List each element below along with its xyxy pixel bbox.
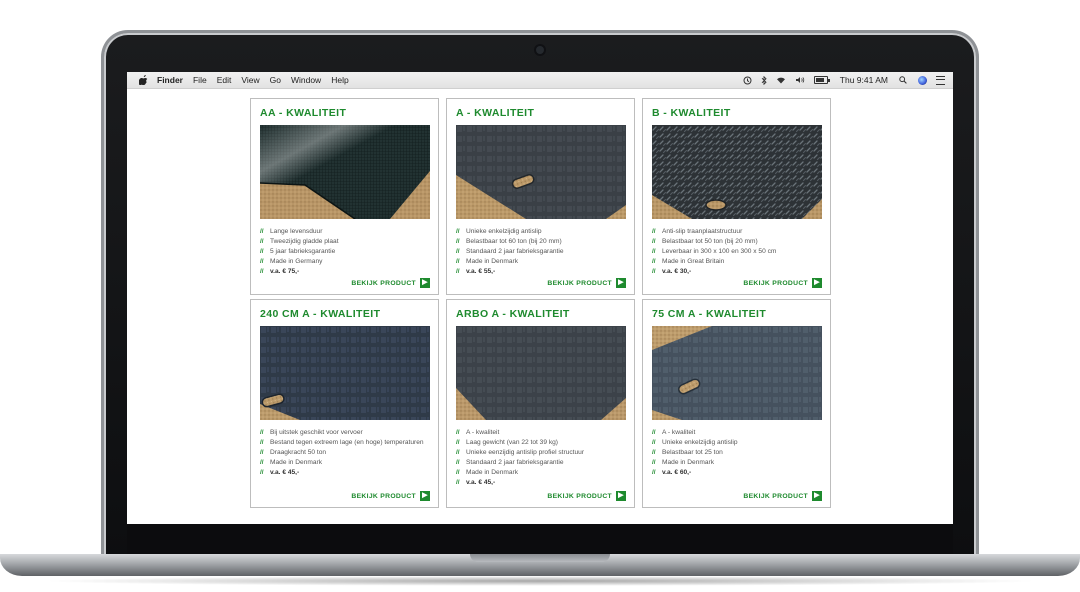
feature: Made in Denmark [260,458,429,468]
arrow-right-icon: ▶ [420,278,430,288]
feature: Standaard 2 jaar fabrieksgarantie [456,458,625,468]
feature: A - kwaliteit [652,428,821,438]
feature: Unieke enkelzijdig antislip [652,438,821,448]
view-product-button[interactable]: BEKIJK PRODUCT ▶ [351,491,430,501]
feature: Laag gewicht (van 22 tot 39 kg) [456,438,625,448]
screen-bezel [127,524,953,554]
product-title[interactable]: AA - KWALITEIT [260,105,429,121]
product-price: v.a. € 60,- [652,468,821,478]
camera [536,46,544,54]
large-mat-photo[interactable] [260,326,430,420]
product-features: Anti-slip traanplaatstructuur Belastbaar… [652,227,821,277]
feature: 5 jaar fabrieksgarantie [260,247,429,257]
feature: Unieke eenzijdig antislip profiel struct… [456,448,625,458]
menu-bar-extras: Thu 9:41 AM [734,75,953,85]
view-product-label: BEKIJK PRODUCT [351,279,416,287]
feature: Unieke enkelzijdig antislip [456,227,625,237]
product-price: v.a. € 55,- [456,267,625,277]
menu-window[interactable]: Window [291,75,321,85]
menu-finder[interactable]: Finder [157,75,183,85]
view-product-label: BEKIJK PRODUCT [743,492,808,500]
product-title[interactable]: A - KWALITEIT [456,105,625,121]
arrow-right-icon: ▶ [616,278,626,288]
narrow-mat-photo[interactable] [652,326,822,420]
laptop-shadow [40,576,1040,586]
wifi-icon[interactable] [776,76,786,84]
feature: Leverbaar in 300 x 100 en 300 x 50 cm [652,247,821,257]
product-features: Bij uitstek geschikt voor vervoer Bestan… [260,428,429,478]
menu-help[interactable]: Help [331,75,348,85]
time-machine-icon[interactable] [743,76,752,85]
view-product-label: BEKIJK PRODUCT [743,279,808,287]
clock[interactable]: Thu 9:41 AM [840,75,888,85]
product-card: 75 CM A - KWALITEIT A - kwaliteit Unieke… [642,299,831,508]
tread-plate-mat-photo[interactable] [652,125,822,219]
battery-icon[interactable] [813,76,830,84]
product-title[interactable]: ARBO A - KWALITEIT [456,306,625,322]
menu-edit[interactable]: Edit [217,75,232,85]
arrow-right-icon: ▶ [616,491,626,501]
menu-view[interactable]: View [241,75,259,85]
arrow-right-icon: ▶ [420,491,430,501]
product-card: 240 CM A - KWALITEIT Bij uitstek geschik… [250,299,439,508]
menu-go[interactable]: Go [270,75,281,85]
feature: Tweezijdig gladde plaat [260,237,429,247]
laptop-notch [470,554,610,562]
product-price: v.a. € 30,- [652,267,821,277]
feature: Bij uitstek geschikt voor vervoer [260,428,429,438]
view-product-button[interactable]: BEKIJK PRODUCT ▶ [351,278,430,288]
feature: Draagkracht 50 ton [260,448,429,458]
apple-icon[interactable] [137,75,149,85]
product-grid: AA - KWALITEIT Lange levensduur Tweezijd [250,98,832,508]
view-product-label: BEKIJK PRODUCT [547,492,612,500]
feature: A - kwaliteit [456,428,625,438]
feature: Bestand tegen extreem lage (en hoge) tem… [260,438,429,448]
spotlight-search-icon[interactable] [899,76,907,84]
product-title[interactable]: 240 CM A - KWALITEIT [260,306,429,322]
view-product-button[interactable]: BEKIJK PRODUCT ▶ [743,491,822,501]
feature: Belastbaar tot 25 ton [652,448,821,458]
view-product-label: BEKIJK PRODUCT [547,279,612,287]
product-card: A - KWALITEIT Unieke enkelzijdig antisli… [446,98,635,295]
notification-center-icon[interactable] [936,75,945,85]
product-card: B - KWALITEIT Anti-slip traanplaatstruct… [642,98,831,295]
feature: Made in Denmark [652,458,821,468]
arrow-right-icon: ▶ [812,491,822,501]
product-features: Unieke enkelzijdig antislip Belastbaar t… [456,227,625,277]
product-card: ARBO A - KWALITEIT A - kwaliteit Laag ge… [446,299,635,508]
product-price: v.a. € 45,- [260,468,429,478]
menu-file[interactable]: File [193,75,207,85]
feature: Made in Germany [260,257,429,267]
feature: Made in Denmark [456,468,625,478]
product-price: v.a. € 45,- [456,478,625,488]
product-features: A - kwaliteit Unieke enkelzijdig antisli… [652,428,821,478]
view-product-label: BEKIJK PRODUCT [351,492,416,500]
product-features: A - kwaliteit Laag gewicht (van 22 tot 3… [456,428,625,488]
siri-icon[interactable] [918,75,927,85]
feature: Standaard 2 jaar fabrieksgarantie [456,247,625,257]
product-title[interactable]: 75 CM A - KWALITEIT [652,306,821,322]
feature: Anti-slip traanplaatstructuur [652,227,821,237]
menu-bar: Finder File Edit View Go Window Help Thu… [127,72,953,89]
view-product-button[interactable]: BEKIJK PRODUCT ▶ [547,278,626,288]
view-product-button[interactable]: BEKIJK PRODUCT ▶ [743,278,822,288]
smooth-mat-photo[interactable] [260,125,430,219]
bluetooth-icon[interactable] [761,75,767,85]
single-sided-antislip-mat-photo[interactable] [456,125,626,219]
feature: Belastbaar tot 60 ton (bij 20 mm) [456,237,625,247]
screen: Finder File Edit View Go Window Help Thu… [127,72,953,524]
product-card: AA - KWALITEIT Lange levensduur Tweezijd [250,98,439,295]
lightweight-mat-photo[interactable] [456,326,626,420]
feature: Made in Great Britain [652,257,821,267]
feature: Lange levensduur [260,227,429,237]
product-features: Lange levensduur Tweezijdig gladde plaat… [260,227,429,277]
view-product-button[interactable]: BEKIJK PRODUCT ▶ [547,491,626,501]
product-title[interactable]: B - KWALITEIT [652,105,821,121]
feature: Belastbaar tot 50 ton (bij 20 mm) [652,237,821,247]
product-price: v.a. € 75,- [260,267,429,277]
arrow-right-icon: ▶ [812,278,822,288]
feature: Made in Denmark [456,257,625,267]
volume-icon[interactable] [795,76,805,84]
